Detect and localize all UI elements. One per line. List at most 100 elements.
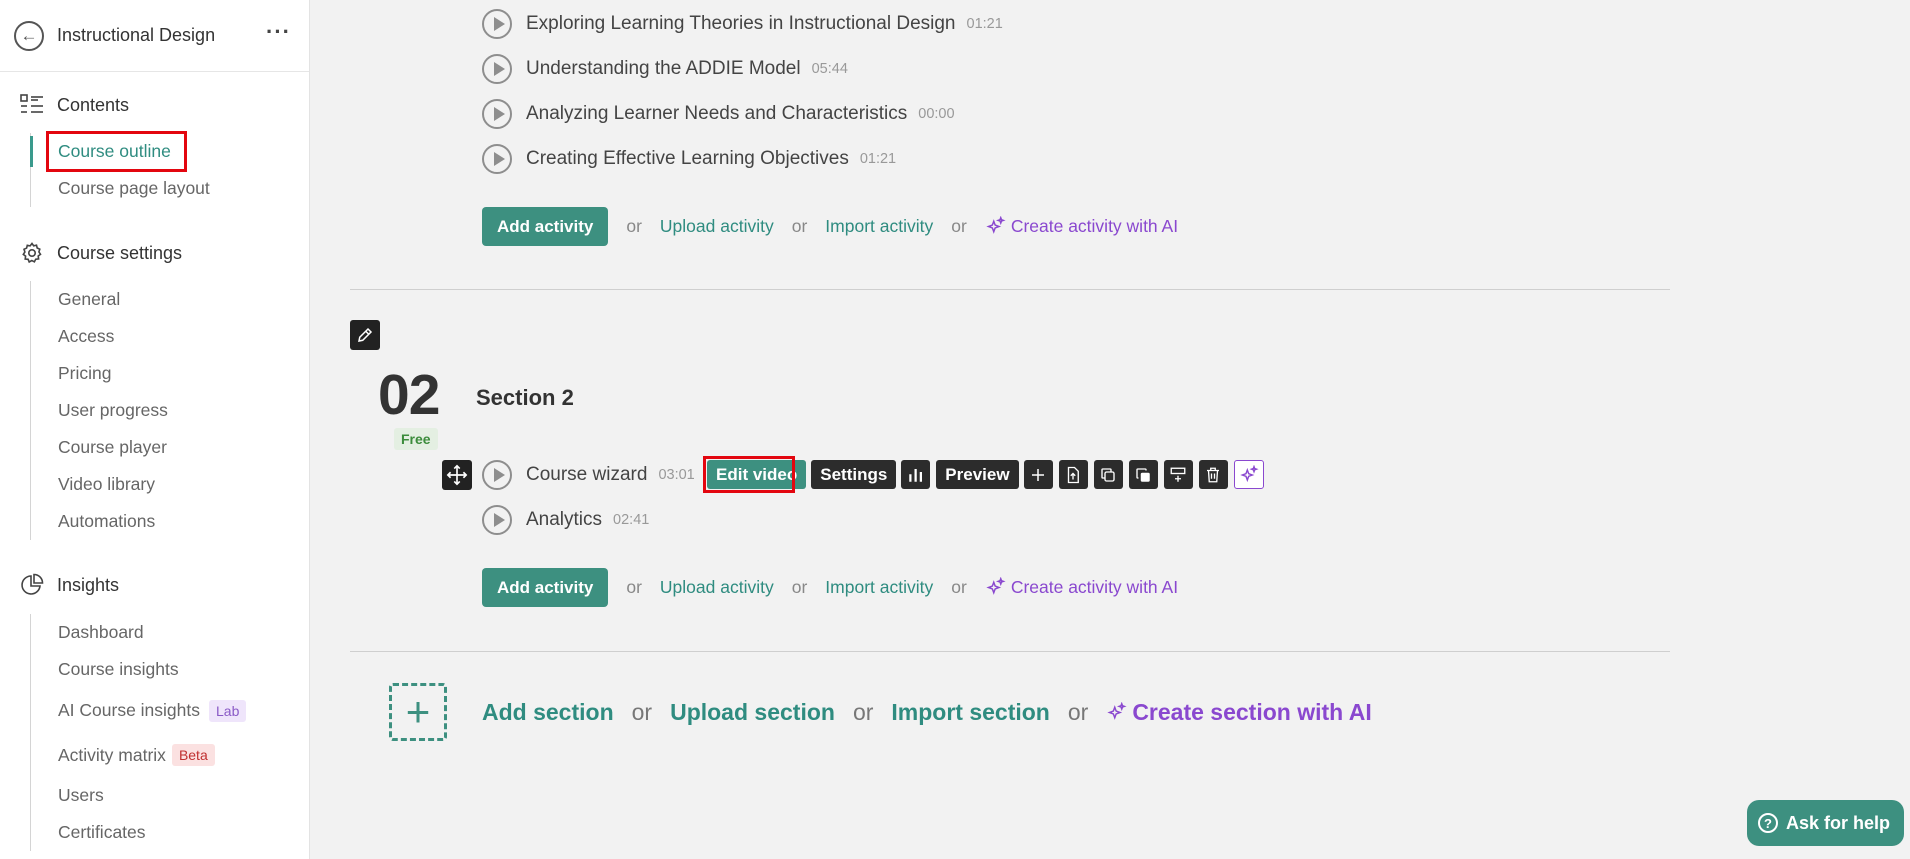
activity-duration: 01:21 [966, 16, 1003, 32]
bar-chart-icon [909, 468, 922, 482]
import-activity-link[interactable]: Import activity [825, 577, 933, 598]
activity-duration: 01:21 [859, 151, 897, 167]
sidebar-item-course-outline[interactable]: Course outline [30, 133, 310, 170]
delete-button[interactable] [1198, 460, 1228, 489]
trash-icon [1207, 467, 1220, 482]
add-activity-button[interactable]: Add activity [482, 207, 609, 246]
import-activity-link[interactable]: Import activity [825, 216, 933, 237]
sidebar-item-label: General [58, 289, 121, 309]
move-to-button[interactable] [1128, 460, 1158, 489]
sidebar-item-pricing[interactable]: Pricing [31, 355, 310, 392]
play-icon [482, 505, 512, 535]
or-text: or [626, 216, 642, 236]
sidebar-item-label: Course player [58, 437, 167, 457]
sparkle-icon [1239, 464, 1259, 482]
more-horizontal-icon[interactable]: ··· [266, 19, 291, 45]
sidebar-item-dashboard[interactable]: Dashboard [31, 614, 310, 651]
drag-handle[interactable] [442, 460, 472, 490]
activity-duration: 03:01 [658, 467, 695, 483]
insert-row-icon [1170, 467, 1186, 482]
or-text: or [1067, 698, 1089, 725]
play-icon [482, 99, 512, 129]
sidebar-item-users[interactable]: Users [31, 777, 310, 814]
sidebar-item-ai-course-insights[interactable]: AI Course insights Lab [31, 688, 310, 733]
plus-icon [1032, 468, 1045, 481]
activity-title: Creating Effective Learning Objectives [526, 148, 849, 169]
upload-activity-link[interactable]: Upload activity [660, 577, 774, 598]
add-section-icon[interactable]: + [389, 683, 447, 741]
preview-button[interactable]: Preview [936, 460, 1019, 489]
sidebar-item-label: Course outline [58, 141, 171, 161]
sidebar-item-label: Activity matrix [58, 744, 166, 765]
activity-row[interactable]: Analyzing Learner Needs and Characterist… [482, 98, 955, 130]
insights-label: Insights [57, 574, 120, 595]
sidebar-item-label: Video library [58, 474, 155, 494]
back-arrow-icon[interactable]: ← [14, 20, 44, 51]
upload-file-button[interactable] [1058, 460, 1088, 489]
contents-label: Contents [57, 94, 130, 115]
duplicate-button[interactable] [1093, 460, 1123, 489]
or-text: or [791, 216, 808, 236]
ask-for-help-button[interactable]: ? Ask for help [1746, 800, 1904, 846]
sidebar-header: ← Instructional Design ··· [0, 0, 309, 72]
add-section-link[interactable]: Add section [482, 699, 614, 726]
activity-row[interactable]: Course wizard 03:01 [482, 459, 695, 491]
sparkle-icon [986, 577, 1006, 595]
insert-divider-button[interactable] [1163, 460, 1193, 489]
sidebar-item-course-player[interactable]: Course player [31, 429, 310, 466]
create-activity-ai-link[interactable]: Create activity with AI [985, 577, 1178, 598]
edit-section-button[interactable] [350, 320, 380, 350]
sidebar-item-activity-matrix[interactable]: Activity matrix Beta [31, 733, 310, 777]
sidebar-item-label: Certificates [58, 822, 146, 842]
or-text: or [626, 577, 642, 597]
move-icon [446, 464, 468, 486]
sparkle-icon [986, 216, 1006, 234]
pie-chart-icon [19, 572, 45, 598]
import-section-link[interactable]: Import section [891, 699, 1049, 726]
add-activity-row: Add activity or Upload activity or Impor… [482, 207, 1178, 246]
add-activity-button[interactable]: Add activity [482, 568, 609, 607]
edit-video-button[interactable]: Edit video [707, 460, 807, 489]
main-content: Exploring Learning Theories in Instructi… [310, 0, 1910, 859]
course-settings-label: Course settings [57, 242, 183, 263]
stack-icon [1136, 467, 1150, 482]
upload-activity-link[interactable]: Upload activity [660, 216, 774, 237]
sidebar-item-course-insights[interactable]: Course insights [31, 651, 310, 688]
gear-icon [19, 240, 45, 266]
course-title: Instructional Design [57, 25, 216, 45]
sidebar-item-certificates[interactable]: Certificates [31, 814, 310, 851]
sparkle-icon [1107, 701, 1127, 720]
add-activity-row: Add activity or Upload activity or Impor… [482, 568, 1178, 607]
copy-icon [1101, 467, 1115, 482]
beta-badge: Beta [171, 744, 215, 766]
sidebar-item-access[interactable]: Access [31, 318, 310, 355]
ai-assist-button[interactable] [1233, 460, 1264, 489]
section-title: Section 2 [476, 385, 574, 410]
create-activity-ai-link[interactable]: Create activity with AI [985, 216, 1178, 237]
sidebar-item-course-page-layout[interactable]: Course page layout [31, 170, 310, 207]
create-section-ai-label: Create section with AI [1132, 698, 1372, 725]
add-button[interactable] [1023, 460, 1053, 489]
activity-row[interactable]: Analytics 02:41 [482, 504, 649, 536]
sidebar-item-label: AI Course insights [58, 700, 201, 720]
contents-group[interactable]: Contents [0, 90, 129, 120]
course-settings-group[interactable]: Course settings [0, 238, 182, 268]
activity-row[interactable]: Creating Effective Learning Objectives 0… [482, 143, 896, 175]
activity-row[interactable]: Understanding the ADDIE Model 05:44 [482, 53, 848, 85]
insights-group[interactable]: Insights [0, 570, 119, 600]
sidebar: ← Instructional Design ··· Contents Cour… [0, 0, 310, 859]
sidebar-item-label: User progress [58, 400, 168, 420]
sidebar-item-automations[interactable]: Automations [31, 503, 310, 540]
section-divider [350, 289, 1670, 290]
activity-row[interactable]: Exploring Learning Theories in Instructi… [482, 8, 1003, 40]
settings-button[interactable]: Settings [811, 460, 897, 489]
sidebar-item-user-progress[interactable]: User progress [31, 392, 310, 429]
sidebar-item-video-library[interactable]: Video library [31, 466, 310, 503]
activity-duration: 02:41 [613, 512, 650, 528]
analytics-button[interactable] [901, 460, 931, 489]
create-section-ai-link[interactable]: Create section with AI [1106, 698, 1372, 726]
sidebar-item-general[interactable]: General [31, 281, 310, 318]
sidebar-item-label: Access [58, 326, 115, 346]
insights-list: Dashboard Course insights AI Course insi… [30, 614, 310, 851]
upload-section-link[interactable]: Upload section [670, 699, 835, 726]
